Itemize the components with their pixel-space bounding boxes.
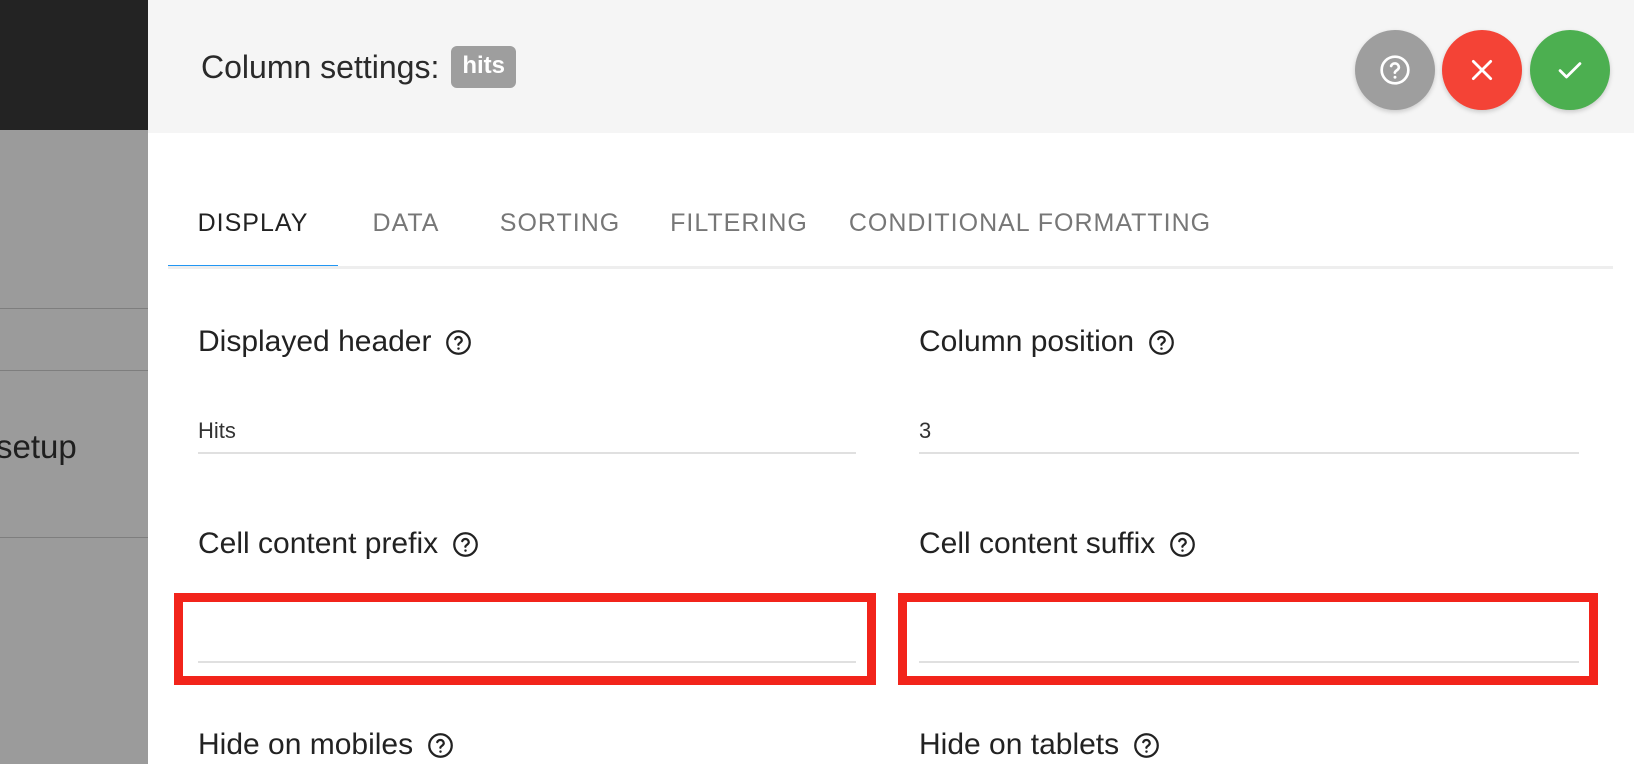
background-divider [0, 308, 150, 309]
column-settings-modal: Column settings: hits DISPLAY DATA SORTI… [148, 0, 1634, 764]
screen: setup Column settings: hits DISPLAY DATA… [0, 0, 1634, 764]
background-app-header [0, 0, 150, 130]
close-icon [1471, 59, 1493, 81]
background-setup-label: setup [0, 428, 77, 465]
cell-content-suffix-input[interactable] [919, 619, 1579, 663]
question-circle-icon [1380, 55, 1410, 85]
hide-on-tablets-label-text: Hide on tablets [919, 728, 1120, 761]
modal-title: Column settings: hits [201, 46, 516, 88]
cell-content-prefix-label-text: Cell content prefix [198, 527, 439, 560]
help-icon[interactable] [1169, 531, 1196, 558]
column-position-input[interactable] [919, 410, 1579, 454]
help-icon[interactable] [452, 531, 479, 558]
help-icon[interactable] [1148, 329, 1175, 356]
help-button[interactable] [1355, 30, 1435, 110]
displayed-header-label: Displayed header [198, 325, 472, 359]
displayed-header-label-text: Displayed header [198, 325, 432, 358]
cell-content-suffix-label: Cell content suffix [919, 527, 1196, 561]
column-position-label: Column position [919, 325, 1175, 359]
tab-filtering[interactable]: FILTERING [646, 177, 832, 269]
cell-content-prefix-input[interactable] [198, 619, 856, 663]
displayed-header-input[interactable] [198, 410, 856, 454]
cell-content-prefix-label: Cell content prefix [198, 527, 479, 561]
hide-on-mobiles-label: Hide on mobiles [198, 728, 454, 762]
check-icon [1558, 62, 1582, 79]
help-icon[interactable] [1133, 732, 1160, 759]
hide-on-tablets-label: Hide on tablets [919, 728, 1160, 762]
tabs-divider [168, 266, 1613, 269]
hide-on-mobiles-label-text: Hide on mobiles [198, 728, 414, 761]
tab-data[interactable]: DATA [338, 177, 474, 269]
column-position-label-text: Column position [919, 325, 1135, 358]
background-divider [0, 370, 150, 371]
modal-header: Column settings: hits [148, 0, 1634, 133]
modal-title-text: Column settings: [201, 48, 440, 85]
tab-display[interactable]: DISPLAY [168, 177, 338, 269]
cancel-button[interactable] [1442, 30, 1522, 110]
confirm-button[interactable] [1530, 30, 1610, 110]
help-icon[interactable] [427, 732, 454, 759]
help-icon[interactable] [445, 329, 472, 356]
cell-content-suffix-label-text: Cell content suffix [919, 527, 1156, 560]
background-divider [0, 537, 150, 538]
tab-sorting[interactable]: SORTING [474, 177, 646, 269]
tab-conditional-formatting[interactable]: CONDITIONAL FORMATTING [832, 177, 1228, 269]
settings-tabs: DISPLAY DATA SORTING FILTERING CONDITION… [168, 177, 1613, 271]
column-name-badge: hits [451, 46, 516, 88]
